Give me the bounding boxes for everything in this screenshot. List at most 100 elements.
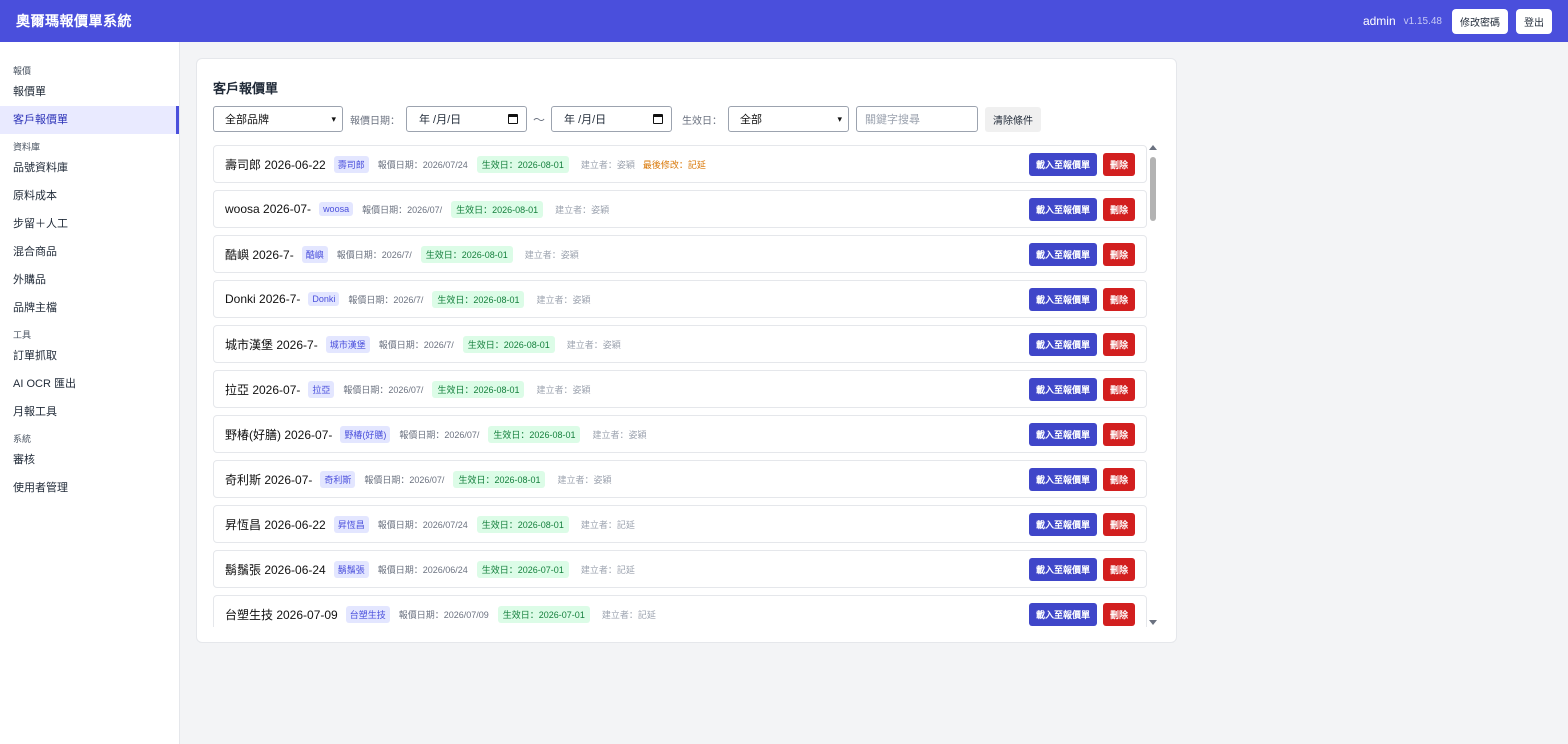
calendar-icon[interactable] <box>508 114 518 124</box>
brand-tag: 酷嶼 <box>301 245 328 263</box>
sidebar-item[interactable]: 訂單抓取 <box>0 342 179 370</box>
brand-tag: 奇利斯 <box>320 470 356 488</box>
sidebar-item[interactable]: 品牌主檔 <box>0 294 179 322</box>
load-to-quote-button[interactable]: 載入至報價單 <box>1028 332 1097 356</box>
brand-tag: Donki <box>308 292 340 306</box>
creator-label: 建立者：記延 <box>580 519 635 530</box>
quote-title: 奇利斯 2026-07- <box>225 472 313 487</box>
sidebar-section-label: 報價 <box>13 66 32 76</box>
delete-button[interactable]: 刪除 <box>1102 197 1135 221</box>
delete-button[interactable]: 刪除 <box>1102 242 1135 266</box>
quote-row: 台塑生技 2026-07-09 台塑生技 報價日期：2026/07/09 生效日：20… <box>213 595 1147 627</box>
delete-button[interactable]: 刪除 <box>1102 512 1135 536</box>
sidebar-item[interactable]: 混合商品 <box>0 238 179 266</box>
creator-label: 建立者：記延 <box>601 609 656 620</box>
change-password-button[interactable]: 修改密碼 <box>1452 8 1508 34</box>
creator-label: 建立者：姿穎 <box>580 159 635 170</box>
delete-button[interactable]: 刪除 <box>1102 287 1135 311</box>
load-to-quote-button[interactable]: 載入至報價單 <box>1028 422 1097 446</box>
load-to-quote-button[interactable]: 載入至報價單 <box>1028 287 1097 311</box>
quote-date: 報價日期：2026/07/ <box>364 474 445 485</box>
search-input[interactable]: 關鍵字搜尋 <box>856 106 979 132</box>
delete-button[interactable]: 刪除 <box>1102 152 1135 176</box>
brand-tag: 野椿(好膳) <box>340 425 391 443</box>
effective-date-tag: 生效日：2026-07-01 <box>476 560 569 578</box>
date-to-input[interactable]: 年 /月/日 <box>551 106 673 132</box>
delete-button[interactable]: 刪除 <box>1102 557 1135 581</box>
sidebar: 報價 報價單 客戶報價單 資料庫 品號資料庫 原料成本 步留＋人工 混合商品 外購品 品牌主檔 工具… <box>0 42 180 744</box>
delete-button[interactable]: 刪除 <box>1102 467 1135 491</box>
chevron-down-icon: ▾ <box>331 113 336 124</box>
load-to-quote-button[interactable]: 載入至報價單 <box>1028 467 1097 491</box>
sidebar-item[interactable]: 步留＋人工 <box>0 210 179 238</box>
row-actions: 載入至報價單 刪除 <box>1028 377 1135 401</box>
quote-title: 城市漢堡 2026-7- <box>225 337 318 352</box>
scroll-down-arrow-icon[interactable] <box>1149 620 1157 625</box>
scrollbar[interactable] <box>1148 145 1158 625</box>
sidebar-item[interactable]: 使用者管理 <box>0 474 179 502</box>
quote-row: 壽司郎 2026-06-22 壽司郎 報價日期：2026/07/24 生效日：2026… <box>213 145 1147 183</box>
quote-row: 鬍鬚張 2026-06-24 鬍鬚張 報價日期：2026/06/24 生效日：2026… <box>213 550 1147 588</box>
calendar-icon[interactable] <box>653 114 664 124</box>
effective-select-value: 全部 <box>740 114 763 126</box>
logout-button[interactable]: 登出 <box>1516 8 1552 34</box>
load-to-quote-button[interactable]: 載入至報價單 <box>1028 557 1097 581</box>
delete-button[interactable]: 刪除 <box>1102 602 1135 626</box>
sidebar-item[interactable]: 客戶報價單 <box>0 106 179 134</box>
search-placeholder: 關鍵字搜尋 <box>865 114 921 126</box>
quote-date: 報價日期：2026/7/ <box>378 339 454 350</box>
quote-date: 報價日期：2026/7/ <box>348 294 424 305</box>
load-to-quote-button[interactable]: 載入至報價單 <box>1028 152 1097 176</box>
sidebar-item[interactable]: 月報工具 <box>0 398 179 426</box>
brand-tag: 城市漢堡 <box>325 335 370 353</box>
last-modified-label: 最後修改：記延 <box>642 159 706 170</box>
quote-title: 鬍鬚張 2026-06-24 <box>225 562 326 577</box>
brand-select[interactable]: 全部品牌 ▾ <box>213 106 343 132</box>
scroll-up-arrow-icon[interactable] <box>1149 145 1157 150</box>
quote-date: 報價日期：2026/7/ <box>336 249 412 260</box>
quote-title: 酷嶼 2026-7- <box>225 247 294 262</box>
sidebar-item[interactable]: 外購品 <box>0 266 179 294</box>
row-actions: 載入至報價單 刪除 <box>1028 242 1135 266</box>
page-title: 客戶報價單 <box>213 81 279 96</box>
row-actions: 載入至報價單 刪除 <box>1028 197 1135 221</box>
sidebar-item[interactable]: 審核 <box>0 446 179 474</box>
load-to-quote-button[interactable]: 載入至報價單 <box>1028 377 1097 401</box>
sidebar-item[interactable]: 原料成本 <box>0 182 179 210</box>
row-actions: 載入至報價單 刪除 <box>1028 467 1135 491</box>
delete-button[interactable]: 刪除 <box>1102 377 1135 401</box>
scrollbar-thumb[interactable] <box>1150 157 1156 221</box>
quote-title: 昇恆昌 2026-06-22 <box>225 517 326 532</box>
quote-title: woosa 2026-07- <box>225 202 312 216</box>
quote-date: 報價日期：2026/07/24 <box>377 519 468 530</box>
load-to-quote-button[interactable]: 載入至報價單 <box>1028 512 1097 536</box>
delete-button[interactable]: 刪除 <box>1102 422 1135 446</box>
quote-date: 報價日期：2026/07/ <box>362 204 443 215</box>
sidebar-item[interactable]: 報價單 <box>0 78 179 106</box>
load-to-quote-button[interactable]: 載入至報價單 <box>1028 602 1097 626</box>
quote-row: 拉亞 2026-07- 拉亞 報價日期：2026/07/生效日：2026-08-01… <box>213 370 1147 408</box>
creator-label: 建立者：姿穎 <box>566 339 621 350</box>
brand-tag: 鬍鬚張 <box>333 560 369 578</box>
quote-row: 酷嶼 2026-7- 酷嶼 報價日期：2026/7/生效日：2026-08-01 建立… <box>213 235 1147 273</box>
effective-date-label: 生效日： <box>682 115 723 127</box>
quote-date: 報價日期：2026/07/ <box>399 429 480 440</box>
quote-row: 奇利斯 2026-07- 奇利斯 報價日期：2026/07/生效日：2026-08-… <box>213 460 1147 498</box>
sidebar-item[interactable]: 品號資料庫 <box>0 154 179 182</box>
effective-date-tag: 生效日：2026-08-01 <box>453 470 546 488</box>
brand-tag: 台塑生技 <box>345 605 390 623</box>
quote-date: 報價日期：2026/06/24 <box>377 564 468 575</box>
creator-label: 建立者：記延 <box>580 564 635 575</box>
effective-date-tag: 生效日：2026-08-01 <box>420 245 513 263</box>
delete-button[interactable]: 刪除 <box>1102 332 1135 356</box>
load-to-quote-button[interactable]: 載入至報價單 <box>1028 197 1097 221</box>
brand-tag: woosa <box>319 202 354 216</box>
load-to-quote-button[interactable]: 載入至報價單 <box>1028 242 1097 266</box>
effective-date-tag: 生效日：2026-08-01 <box>476 515 569 533</box>
date-from-input[interactable]: 年 /月/日 <box>406 106 527 132</box>
clear-filters-button[interactable]: 清除條件 <box>985 106 1042 132</box>
effective-select[interactable]: 全部 ▾ <box>728 106 850 132</box>
customer-quotes-panel: 客戶報價單 全部品牌 ▾ 報價日期： 年 /月/日 ～ 年 /月/日 生效日： … <box>196 58 1177 643</box>
sidebar-item[interactable]: AI OCR 匯出 <box>0 370 179 398</box>
chevron-down-icon: ▾ <box>837 113 843 124</box>
